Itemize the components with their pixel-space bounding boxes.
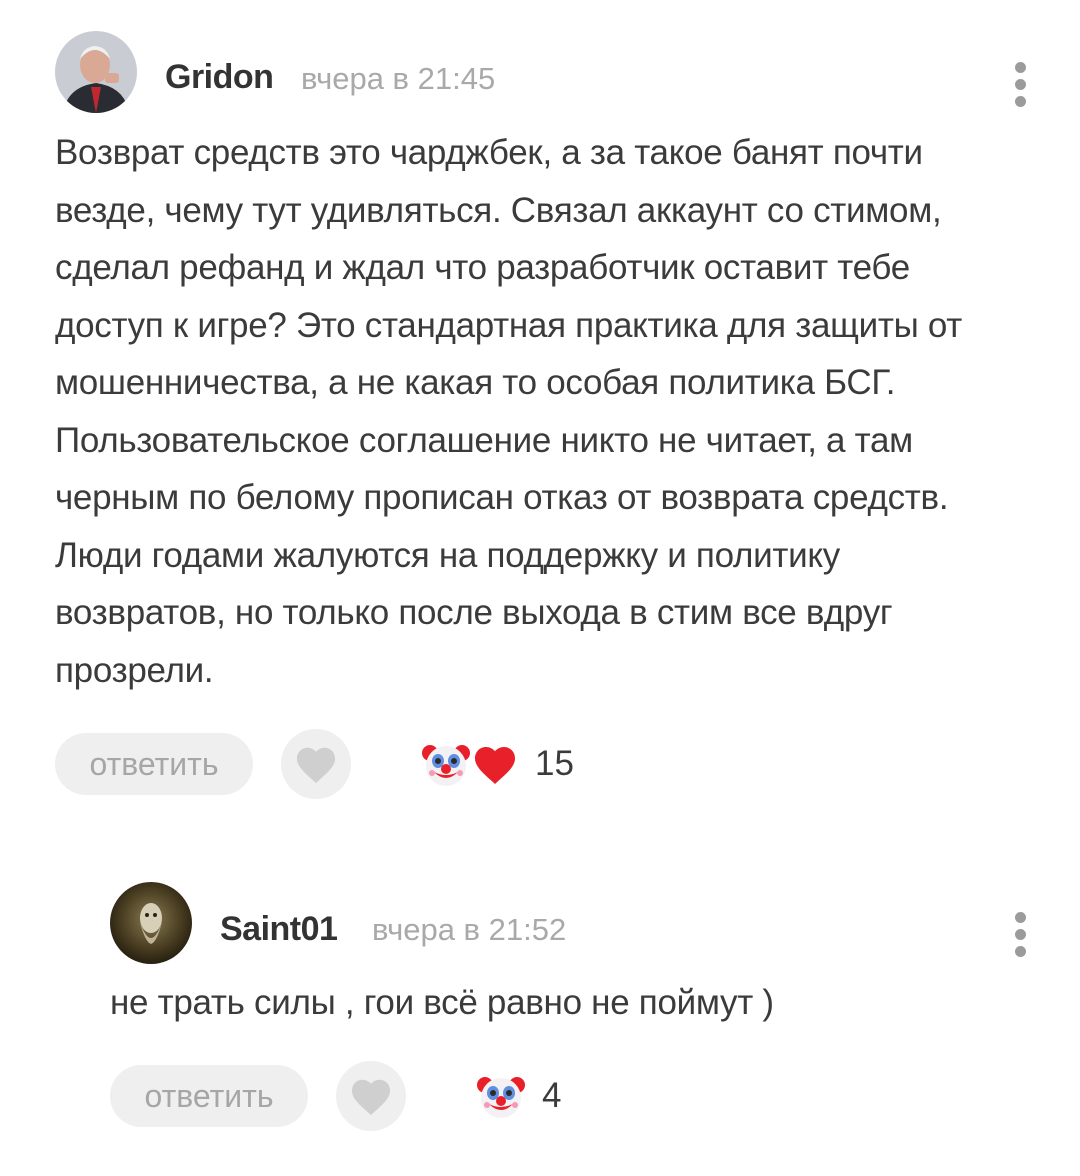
author-name[interactable]: Saint01 <box>220 910 338 949</box>
heart-reaction-icon <box>475 747 515 784</box>
reaction-count: 4 <box>542 1076 562 1115</box>
comment-time: вчера в 21:52 <box>372 912 567 947</box>
more-options-icon[interactable] <box>1012 62 1028 113</box>
more-options-icon[interactable] <box>1012 912 1028 963</box>
comment-text: Возврат средств это чарджбек, а за такое… <box>55 133 963 690</box>
like-button[interactable] <box>281 729 351 799</box>
reply-button[interactable]: ответить <box>110 1065 308 1127</box>
reactions[interactable]: 4 <box>476 1071 561 1121</box>
reactions[interactable]: 15 <box>421 739 574 789</box>
avatar[interactable] <box>55 31 137 113</box>
comment-text: не трать силы , гои всё равно не поймут … <box>110 983 774 1022</box>
avatar[interactable] <box>110 882 192 964</box>
reply-button[interactable]: ответить <box>55 733 253 795</box>
reaction-count: 15 <box>535 744 574 783</box>
like-button[interactable] <box>336 1061 406 1131</box>
heart-icon <box>351 1079 391 1116</box>
heart-icon <box>296 747 336 784</box>
clown-icon <box>477 1077 525 1118</box>
comment-time: вчера в 21:45 <box>301 61 496 96</box>
author-name[interactable]: Gridon <box>165 58 274 97</box>
clown-icon <box>422 745 470 786</box>
